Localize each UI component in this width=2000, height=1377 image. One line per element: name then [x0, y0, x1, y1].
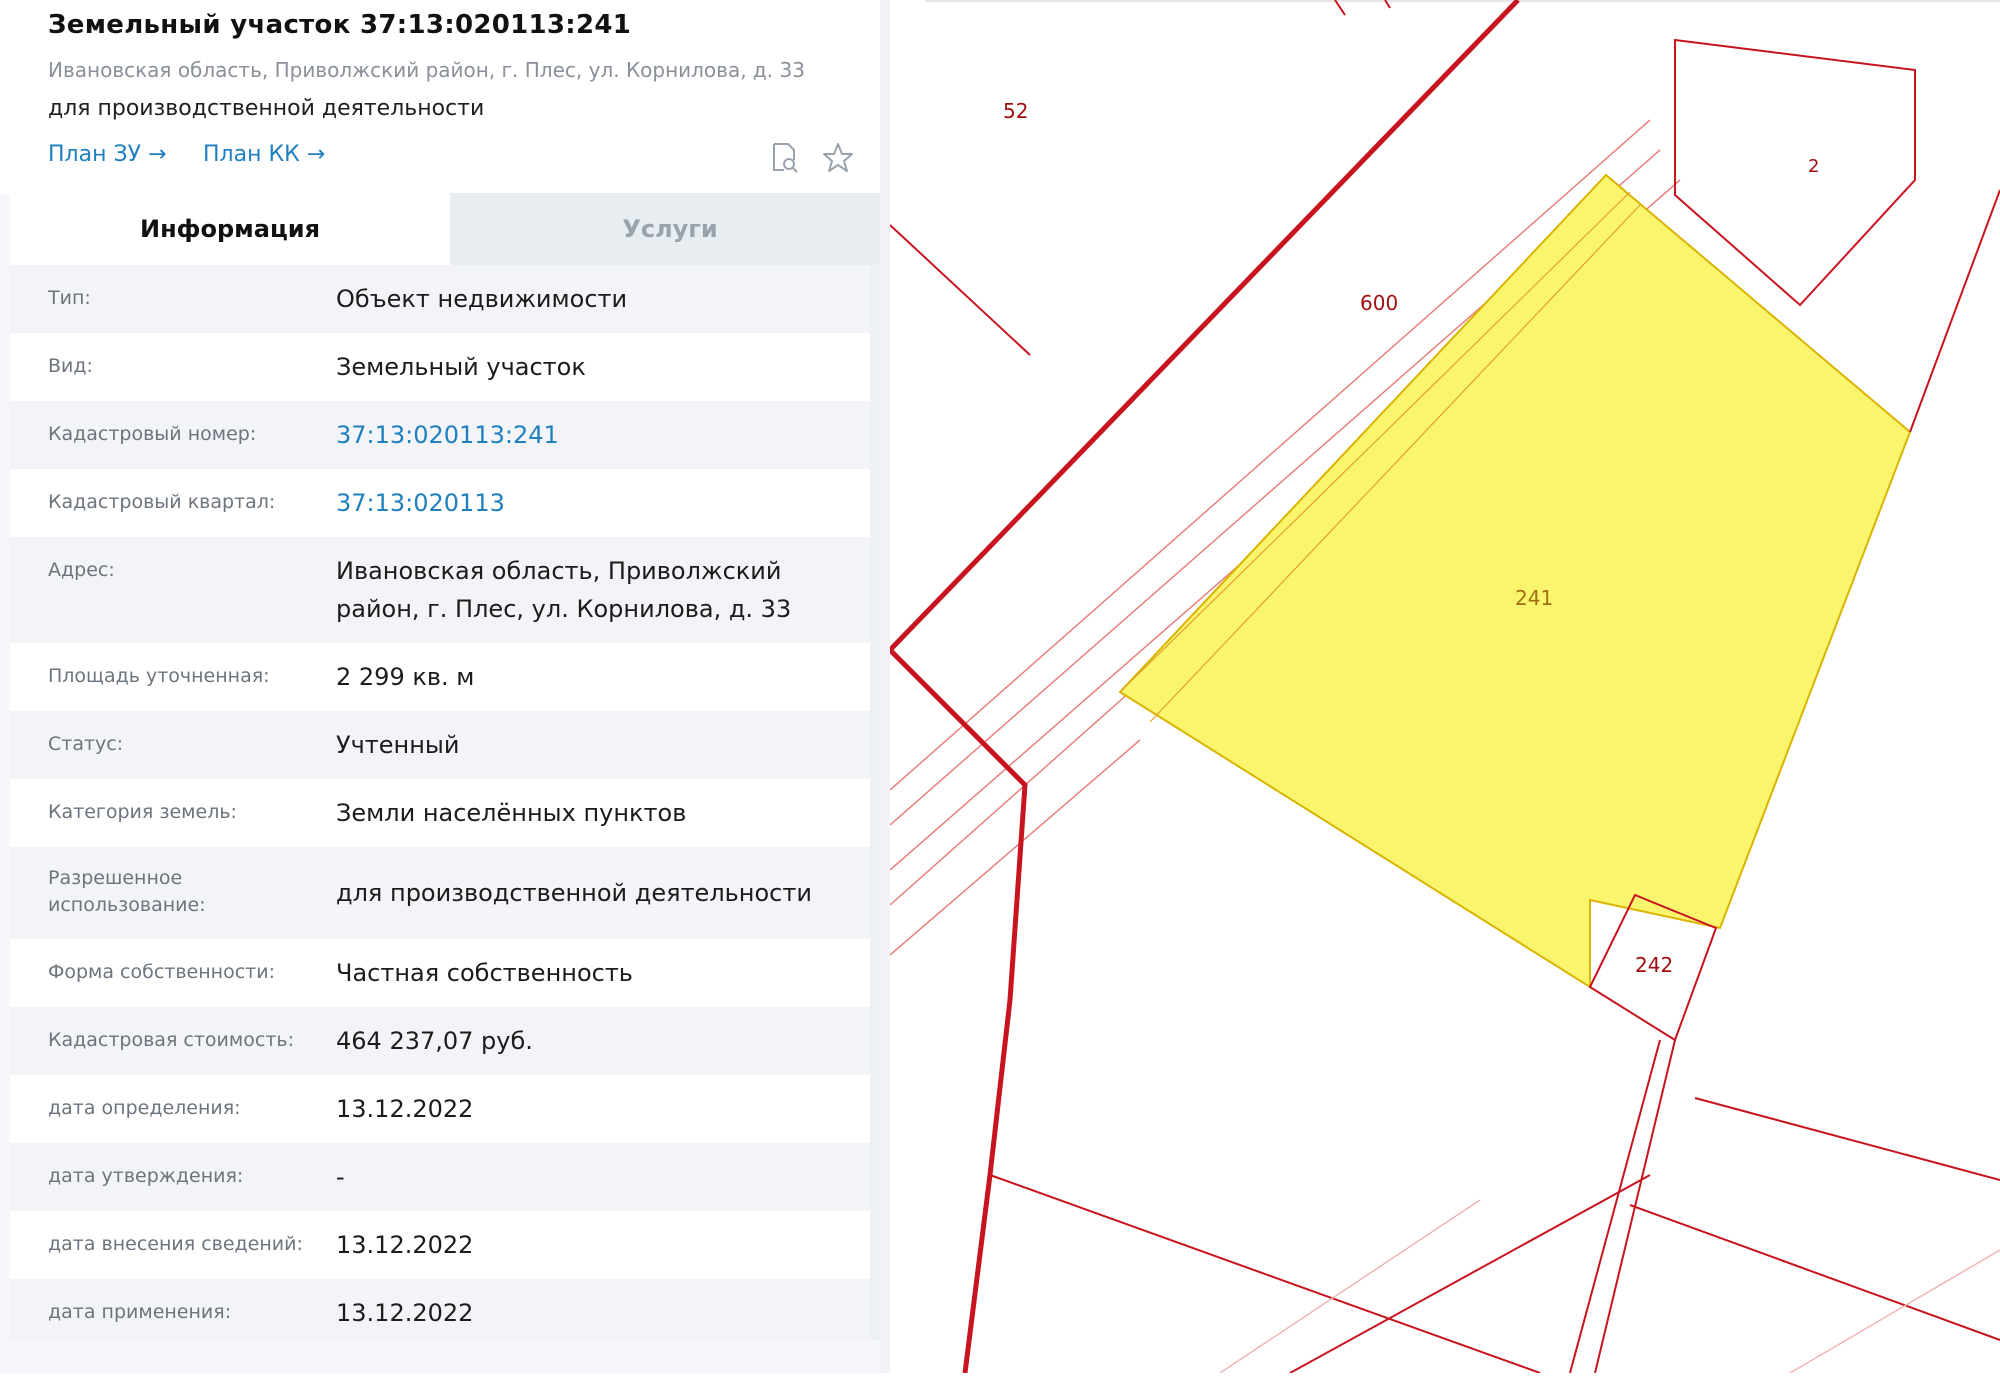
detail-label: Категория земель:: [48, 801, 237, 823]
detail-value: 13.12.2022: [336, 1231, 474, 1259]
map-canvas[interactable]: 52 2 600 241 242: [886, 0, 2000, 1374]
detail-label: Тип:: [48, 287, 91, 309]
cadastral-map[interactable]: 52 2 600 241 242: [886, 0, 2000, 1374]
details-scrollbar[interactable]: [870, 265, 880, 1340]
detail-value: Ивановская область, Приволжский район, г…: [336, 557, 792, 623]
detail-value: Частная собственность: [336, 959, 633, 987]
detail-row-cadastral-number: Кадастровый номер: 37:13:020113:241: [10, 401, 880, 469]
detail-value: Учтенный: [336, 731, 460, 759]
detail-row-type: Тип: Объект недвижимости: [10, 265, 880, 333]
detail-label: Статус:: [48, 733, 124, 755]
plan-kk-link[interactable]: План КК →: [203, 142, 325, 167]
detail-label: дата утверждения:: [48, 1165, 244, 1187]
detail-label: Кадастровый квартал:: [48, 491, 276, 513]
parcel-label-241: 241: [1515, 586, 1553, 610]
object-header: Земельный участок 37:13:020113:241 Ивано…: [0, 0, 890, 195]
object-title: Земельный участок 37:13:020113:241: [48, 10, 632, 40]
info-panel: Земельный участок 37:13:020113:241 Ивано…: [0, 0, 890, 1373]
cadastral-number-link[interactable]: 37:13:020113:241: [336, 416, 856, 454]
detail-row-kind: Вид: Земельный участок: [10, 333, 880, 401]
parcel-label-242: 242: [1635, 953, 1673, 977]
parcel-label-2: 2: [1808, 156, 1819, 177]
detail-value: -: [336, 1163, 345, 1191]
preview-search-icon[interactable]: [766, 140, 802, 176]
panel-divider: [880, 0, 890, 1373]
detail-row-cadastral-quarter: Кадастровый квартал: 37:13:020113: [10, 469, 880, 537]
detail-row-date-applied: дата применения: 13.12.2022: [10, 1279, 880, 1340]
detail-value: 13.12.2022: [336, 1095, 474, 1123]
detail-row-date-determined: дата определения: 13.12.2022: [10, 1075, 880, 1143]
object-address: Ивановская область, Приволжский район, г…: [48, 58, 805, 82]
detail-value: Земли населённых пунктов: [336, 799, 687, 827]
detail-row-permitted-use: Разрешенное использование: для производс…: [10, 847, 880, 939]
detail-label: Кадастровая стоимость:: [48, 1029, 294, 1051]
detail-row-address: Адрес: Ивановская область, Приволжский р…: [10, 537, 880, 643]
detail-row-date-approved: дата утверждения: -: [10, 1143, 880, 1211]
detail-row-area: Площадь уточненная: 2 299 кв. м: [10, 643, 880, 711]
details-list: Тип: Объект недвижимости Вид: Земельный …: [10, 265, 880, 1340]
detail-row-land-category: Категория земель: Земли населённых пункт…: [10, 779, 880, 847]
detail-label: дата внесения сведений:: [48, 1233, 303, 1255]
parcel-label-52: 52: [1003, 99, 1028, 123]
detail-label: Разрешенное использование:: [48, 867, 206, 916]
detail-label: Площадь уточненная:: [48, 665, 270, 687]
detail-label: Вид:: [48, 355, 93, 377]
detail-value: 2 299 кв. м: [336, 663, 475, 691]
detail-row-status: Статус: Учтенный: [10, 711, 880, 779]
detail-label: Адрес:: [48, 559, 115, 581]
detail-value: 464 237,07 руб.: [336, 1027, 533, 1055]
object-purpose: для производственной деятельности: [48, 96, 485, 121]
detail-row-cadastral-value: Кадастровая стоимость: 464 237,07 руб.: [10, 1007, 880, 1075]
tab-information[interactable]: Информация: [10, 193, 450, 265]
cadastral-quarter-link[interactable]: 37:13:020113: [336, 484, 856, 522]
star-icon[interactable]: [820, 140, 856, 176]
tab-services[interactable]: Услуги: [450, 193, 890, 265]
detail-label: дата применения:: [48, 1301, 232, 1323]
detail-row-ownership: Форма собственности: Частная собственнос…: [10, 939, 880, 1007]
detail-value: 13.12.2022: [336, 1299, 474, 1327]
plan-zu-link[interactable]: План ЗУ →: [48, 142, 166, 167]
detail-label: Кадастровый номер:: [48, 423, 257, 445]
parcel-label-600: 600: [1360, 291, 1398, 315]
detail-row-date-entered: дата внесения сведений: 13.12.2022: [10, 1211, 880, 1279]
detail-value: для производственной деятельности: [336, 879, 812, 907]
detail-value: Объект недвижимости: [336, 285, 628, 313]
detail-value: Земельный участок: [336, 353, 586, 381]
tab-bar: Информация Услуги: [10, 193, 890, 265]
detail-label: дата определения:: [48, 1097, 241, 1119]
detail-label: Форма собственности:: [48, 961, 275, 983]
